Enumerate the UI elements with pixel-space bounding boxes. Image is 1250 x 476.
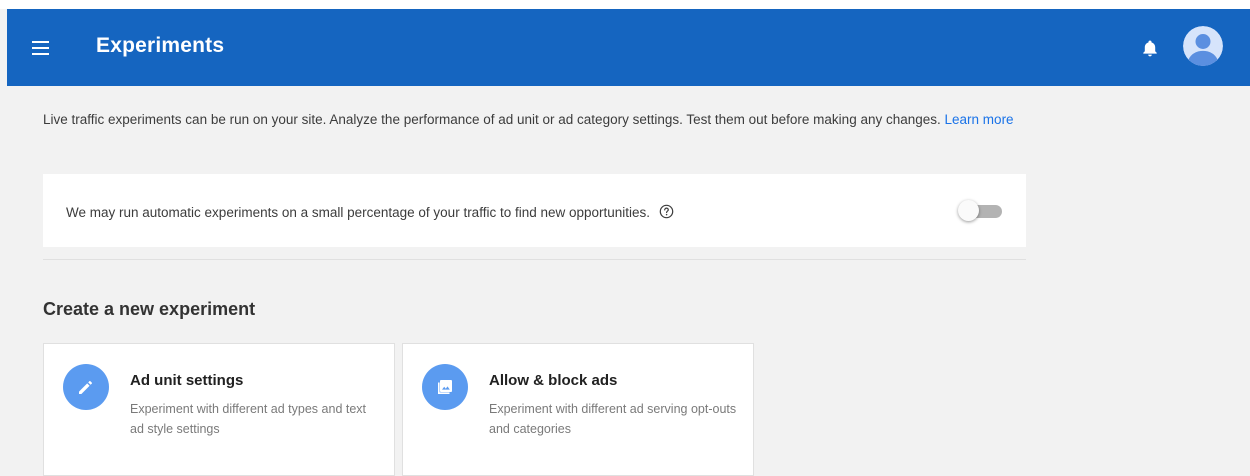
image-icon bbox=[438, 380, 452, 394]
menu-button[interactable] bbox=[30, 37, 56, 59]
ad-unit-settings-card[interactable]: Ad unit settings Experiment with differe… bbox=[43, 343, 395, 476]
intro-paragraph: Live traffic experiments can be run on y… bbox=[43, 110, 1033, 130]
section-title: Create a new experiment bbox=[43, 299, 256, 319]
account-icon bbox=[1183, 26, 1223, 66]
auto-experiments-row: We may run automatic experiments on a sm… bbox=[66, 204, 674, 220]
allow-block-ads-description: Experiment with different ad serving opt… bbox=[489, 402, 737, 436]
ad-unit-settings-title: Ad unit settings bbox=[130, 372, 244, 389]
page-title: Experiments bbox=[96, 34, 225, 57]
ad-unit-icon-circle bbox=[63, 364, 109, 410]
auto-experiments-text: We may run automatic experiments on a sm… bbox=[66, 205, 651, 220]
page: Experiments Live traffic experiments can… bbox=[0, 0, 1250, 476]
ad-unit-settings-description: Experiment with different ad types and t… bbox=[130, 402, 367, 436]
account-avatar[interactable] bbox=[1183, 26, 1223, 66]
menu-icon bbox=[32, 41, 49, 43]
help-circle-icon[interactable] bbox=[659, 204, 674, 219]
auto-experiments-toggle[interactable] bbox=[958, 200, 1004, 222]
learn-more-link[interactable]: Learn more bbox=[945, 112, 1014, 127]
divider bbox=[43, 259, 1026, 260]
allow-block-ads-card[interactable]: Allow & block ads Experiment with differ… bbox=[402, 343, 754, 476]
auto-experiments-card: We may run automatic experiments on a sm… bbox=[43, 174, 1026, 247]
pencil-icon bbox=[79, 380, 93, 394]
app-bar: Experiments bbox=[7, 9, 1250, 86]
toggle-knob bbox=[958, 200, 979, 221]
notifications-button[interactable] bbox=[1140, 38, 1160, 58]
bell-icon bbox=[1143, 40, 1157, 57]
top-strip bbox=[0, 0, 1250, 9]
intro-text: Live traffic experiments can be run on y… bbox=[43, 112, 941, 127]
allow-block-icon-circle bbox=[422, 364, 468, 410]
allow-block-ads-title: Allow & block ads bbox=[489, 372, 618, 389]
